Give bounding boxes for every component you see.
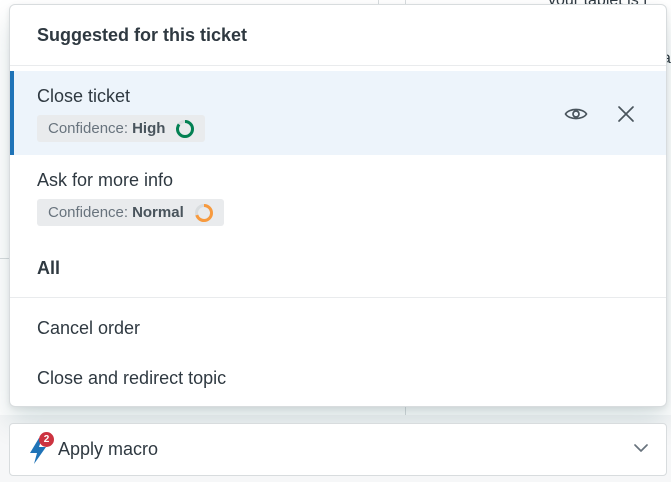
confidence-badge: Confidence: High (37, 115, 206, 142)
close-icon (618, 106, 634, 122)
chevron-down-icon (634, 444, 648, 452)
confidence-ring-icon (176, 119, 195, 138)
suggestion-actions (562, 101, 640, 127)
confidence-ring-icon (194, 203, 213, 222)
macro-item-close-and-redirect-topic[interactable]: Close and redirect topic (37, 368, 226, 389)
suggestion-close-ticket[interactable]: Close ticket Confidence: High (10, 71, 666, 155)
suggestion-ask-for-more-info[interactable]: Ask for more info Confidence: Normal (10, 155, 666, 239)
eye-icon (564, 108, 588, 120)
confidence-label: Confidence: (48, 204, 129, 221)
confidence-badge: Confidence: Normal (37, 199, 224, 226)
section-divider (10, 297, 666, 298)
suggestion-title: Close ticket (37, 86, 131, 106)
macro-suggestion-menu: Suggested for this ticket Close ticket C… (9, 4, 667, 407)
apply-macro-label: Apply macro (58, 439, 159, 459)
notification-badge: 2 (39, 431, 54, 447)
section-label-all: All (37, 258, 61, 278)
confidence-level: High (132, 120, 166, 137)
macro-item-cancel-order[interactable]: Cancel order (37, 318, 140, 339)
dismiss-button[interactable] (612, 101, 640, 127)
preview-button[interactable] (562, 101, 590, 127)
apply-macro-icon-wrap: 2 (27, 431, 54, 466)
suggestion-title: Ask for more info (37, 170, 174, 190)
confidence-level: Normal (132, 204, 184, 221)
confidence-label: Confidence: (48, 120, 129, 137)
menu-header: Suggested for this ticket (10, 5, 666, 66)
apply-macro-button[interactable]: 2 Apply macro (9, 423, 667, 476)
